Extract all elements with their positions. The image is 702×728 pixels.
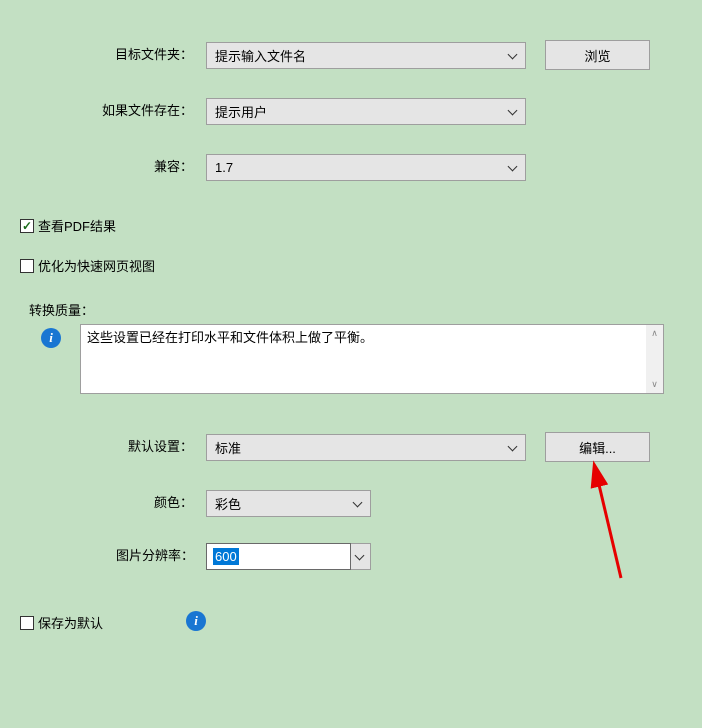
scroll-down-icon: ∨ (646, 376, 663, 393)
if-file-exists-value: 提示用户 (215, 102, 267, 121)
view-pdf-result-checkbox[interactable]: ✓ 查看PDF结果 (20, 216, 116, 235)
info-icon: i (41, 328, 61, 348)
image-resolution-dropdown-button[interactable] (351, 543, 371, 570)
compatibility-label: 兼容： (148, 156, 193, 175)
if-file-exists-dropdown[interactable]: 提示用户 (206, 98, 526, 125)
arrow-annotation (581, 458, 641, 588)
edit-button[interactable]: 编辑... (545, 432, 650, 462)
image-resolution-value: 600 (213, 548, 239, 565)
chevron-down-icon (355, 551, 366, 562)
optimize-fast-web-label: 优化为快速网页视图 (38, 256, 155, 275)
chevron-down-icon (508, 50, 519, 61)
conversion-quality-label: 转换质量： (29, 300, 94, 319)
default-settings-label: 默认设置： (103, 436, 193, 455)
color-value: 彩色 (215, 494, 241, 513)
compatibility-value: 1.7 (215, 160, 233, 175)
target-folder-label: 目标文件夹： (93, 44, 193, 63)
view-pdf-result-label: 查看PDF结果 (38, 216, 116, 235)
quality-description-text: 这些设置已经在打印水平和文件体积上做了平衡。 (81, 325, 663, 351)
checkbox-box (20, 616, 34, 630)
if-file-exists-label: 如果文件存在： (93, 100, 193, 119)
image-resolution-combo[interactable]: 600 (206, 543, 371, 570)
checkbox-box: ✓ (20, 219, 34, 233)
textarea-scrollbar[interactable]: ∧ ∨ (646, 325, 663, 393)
optimize-fast-web-checkbox[interactable]: 优化为快速网页视图 (20, 256, 155, 275)
chevron-down-icon (508, 106, 519, 117)
chevron-down-icon (353, 498, 364, 509)
chevron-down-icon (508, 162, 519, 173)
save-as-default-checkbox[interactable]: 保存为默认 (20, 613, 103, 632)
browse-button[interactable]: 浏览 (545, 40, 650, 70)
default-settings-value: 标准 (215, 438, 241, 457)
color-dropdown[interactable]: 彩色 (206, 490, 371, 517)
check-icon: ✓ (22, 220, 32, 232)
info-icon: i (186, 611, 206, 631)
edit-button-label: 编辑... (579, 438, 616, 457)
target-folder-dropdown[interactable]: 提示输入文件名 (206, 42, 526, 69)
scroll-up-icon: ∧ (646, 325, 663, 342)
default-settings-dropdown[interactable]: 标准 (206, 434, 526, 461)
compatibility-dropdown[interactable]: 1.7 (206, 154, 526, 181)
browse-button-label: 浏览 (584, 46, 610, 65)
checkbox-box (20, 259, 34, 273)
color-label: 颜色： (148, 492, 193, 511)
chevron-down-icon (508, 442, 519, 453)
image-resolution-label: 图片分辨率： (96, 545, 194, 564)
quality-description-textarea[interactable]: 这些设置已经在打印水平和文件体积上做了平衡。 ∧ ∨ (80, 324, 664, 394)
target-folder-value: 提示输入文件名 (215, 46, 306, 65)
save-as-default-label: 保存为默认 (38, 613, 103, 632)
